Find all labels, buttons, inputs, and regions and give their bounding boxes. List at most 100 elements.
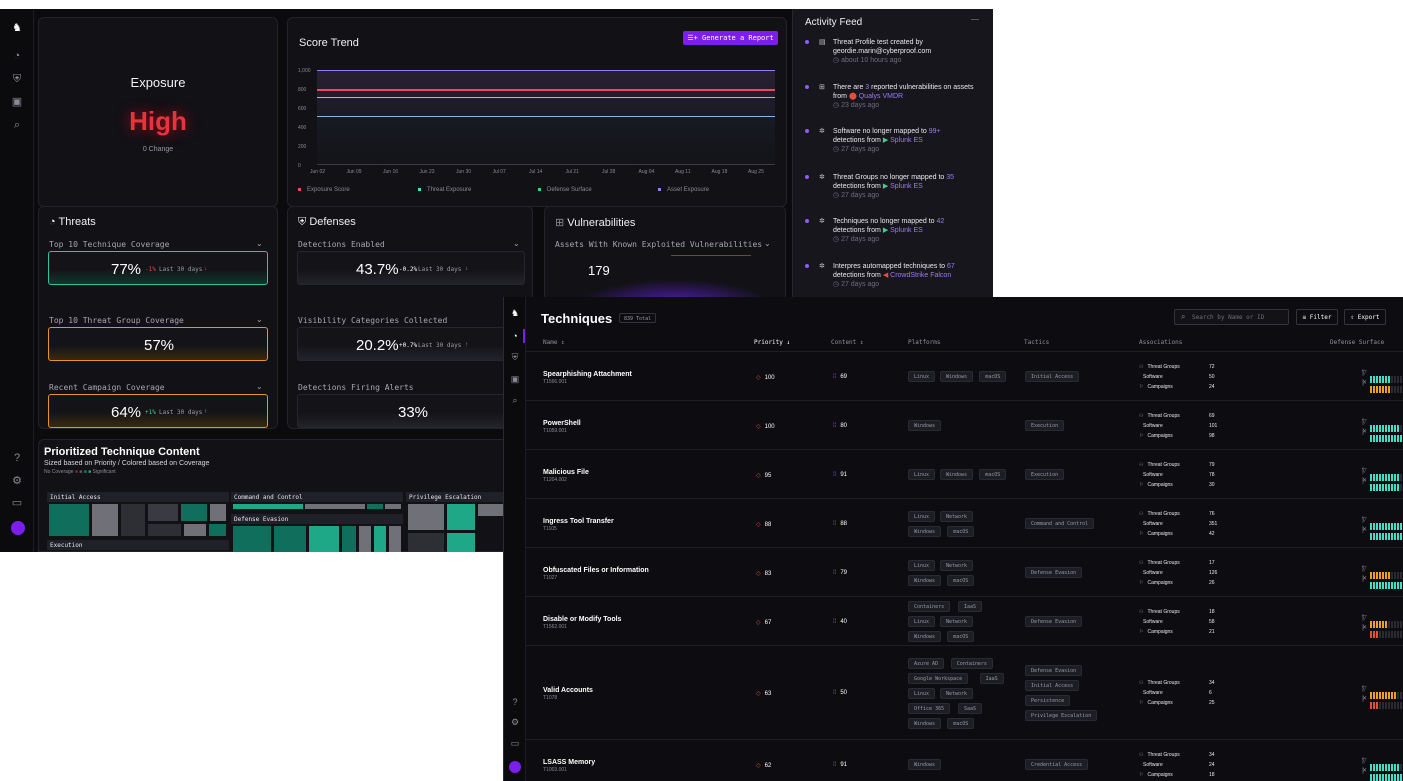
col-priority[interactable]: Priority ↓	[754, 339, 790, 346]
asset-nav-icon[interactable]: ▣	[10, 95, 24, 109]
search-nav-icon[interactable]: ⌕	[509, 395, 521, 407]
help-icon[interactable]: ?	[509, 697, 521, 709]
activity-feed-title: Activity Feed	[805, 17, 863, 28]
user-avatar[interactable]	[509, 761, 521, 773]
tm-defense-evasion[interactable]: Defense Evasion	[231, 514, 403, 524]
search-input[interactable]: ⌕ Search by Name or ID	[1174, 309, 1289, 325]
table-row[interactable]: Spearphishing Attachment T1566.001 ◇ 100 ⁞⁞ 6…	[526, 351, 1403, 400]
settings-icon[interactable]: ⚙	[10, 474, 24, 488]
association-item: Software 50	[1143, 373, 1215, 380]
platform-chip: Windows	[940, 371, 974, 382]
defenses-icon: ⛨	[298, 216, 310, 228]
technique-coverage-period: Last 30 days	[159, 266, 203, 273]
association-item: Software 6	[1143, 690, 1212, 696]
defense-nav-icon[interactable]: ⛨	[10, 72, 24, 86]
technique-name[interactable]: Malicious File	[543, 469, 589, 476]
tactic-chip: Privilege Escalation	[1025, 710, 1098, 721]
campaign-coverage-label: Recent Campaign Coverage	[49, 383, 165, 392]
table-row[interactable]: Malicious File T1204.002 ◇ 95 ⁞⁞ 91 Linux Windo…	[526, 449, 1403, 498]
firing-alerts-metric[interactable]: 33%	[297, 394, 525, 428]
filter-icon: ≡	[1302, 314, 1307, 321]
tm-privilege-escalation[interactable]: Privilege Escalation	[406, 492, 506, 502]
defense-bar-detect: ▽	[1362, 685, 1403, 699]
x-tick: Jul 21	[565, 169, 579, 175]
vuln-icon: ⊞	[819, 84, 825, 91]
chevron-down-icon[interactable]: ⌄	[513, 239, 520, 248]
chevron-down-icon[interactable]: ⌄	[764, 239, 771, 248]
col-content[interactable]: Content ↕	[831, 339, 864, 346]
y-tick: 800	[298, 87, 307, 93]
table-row[interactable]: Disable or Modify Tools T1562.001 ◇ 67 ⁞⁞ 40 C…	[526, 596, 1403, 645]
left-rail: ♞ ◔ ⛨ ▣ ⌕ ? ⚙ ▭	[0, 9, 34, 552]
table-row[interactable]: Valid Accounts T1078 ◇ 63 ⁞⁞ 50 Azure AD Contai…	[526, 645, 1403, 739]
chevron-down-icon[interactable]: ⌄	[256, 315, 263, 324]
generate-report-button[interactable]: ☰+ Generate a Report	[683, 31, 778, 45]
platform-chip: Network	[940, 616, 974, 627]
technique-coverage-value: 77%	[111, 261, 142, 278]
tm-command-control[interactable]: Command and Control	[231, 492, 403, 502]
technique-name[interactable]: Disable or Modify Tools	[543, 616, 621, 623]
filter-button[interactable]: ≡ Filter	[1296, 309, 1338, 325]
visibility-period: Last 30 days	[418, 342, 462, 349]
priority-icon: ◇	[756, 570, 761, 577]
exposure-level: High	[129, 106, 187, 136]
group-coverage-metric[interactable]: 57%	[48, 327, 268, 361]
exposure-change: 0 Change	[142, 146, 174, 153]
content-icon: ⁞⁞	[833, 761, 837, 768]
priority-icon: ◇	[756, 762, 761, 769]
software-icon: ✲	[819, 128, 825, 135]
platform-chip: Windows	[908, 420, 942, 431]
detections-enabled-metric[interactable]: 43.7% -0.2% Last 30 days ↓	[297, 251, 525, 285]
tactic-chip: Execution	[1025, 420, 1065, 431]
y-tick: 200	[298, 144, 307, 150]
detections-enabled-arrow: ↓	[465, 266, 468, 272]
technique-name[interactable]: Valid Accounts	[543, 687, 593, 694]
export-button[interactable]: ⇪ Export	[1344, 309, 1386, 325]
tactic-chip: Defense Evasion	[1025, 567, 1083, 578]
help-icon[interactable]: ?	[10, 452, 24, 466]
search-placeholder: Search by Name or ID	[1192, 314, 1265, 321]
chevron-down-icon[interactable]: ⌄	[256, 382, 263, 391]
legend-threat: Threat Exposure	[418, 187, 471, 193]
x-tick: Aug 25	[748, 169, 764, 175]
chat-icon[interactable]: ▭	[10, 496, 24, 510]
defense-nav-icon[interactable]: ⛨	[509, 352, 521, 364]
association-item: Software 101	[1143, 422, 1218, 429]
y-tick: 0	[298, 163, 301, 169]
content-cell: ⁞⁞ 88	[833, 520, 848, 527]
threat-nav-icon[interactable]: ◔	[10, 49, 24, 63]
user-avatar[interactable]	[11, 521, 25, 535]
chat-icon[interactable]: ▭	[509, 738, 521, 750]
col-name[interactable]: Name ↕	[543, 339, 565, 346]
table-row[interactable]: PowerShell T1059.001 ◇ 100 ⁞⁞ 80 Windows Execut…	[526, 400, 1403, 449]
association-icon: ⚇	[1139, 412, 1144, 419]
table-row[interactable]: LSASS Memory T1003.001 ◇ 62 ⁞⁞ 91 Windows Crede…	[526, 739, 1403, 781]
priority-cell: ◇ 83	[756, 570, 772, 577]
table-row[interactable]: Obfuscated Files or Information T1027 ◇ 83 ⁞…	[526, 547, 1403, 596]
technique-name[interactable]: Obfuscated Files or Information	[543, 567, 649, 574]
technique-coverage-metric[interactable]: 77% -1% Last 30 days ↓	[48, 251, 268, 285]
technique-name[interactable]: PowerShell	[543, 420, 581, 427]
visibility-metric[interactable]: 20.2% +0.7% Last 30 days ↑	[297, 327, 525, 361]
x-tick: Jun 16	[383, 169, 399, 175]
settings-icon[interactable]: ⚙	[509, 717, 521, 729]
campaign-coverage-metric[interactable]: 64% +1% Last 30 days ↑	[48, 394, 268, 428]
x-tick: Aug 11	[675, 169, 691, 175]
asset-nav-icon[interactable]: ▣	[509, 374, 521, 386]
technique-name[interactable]: Ingress Tool Transfer	[543, 518, 614, 525]
tm-execution[interactable]: Execution	[47, 540, 229, 550]
association-item: ⚇ Threat Groups 76	[1139, 510, 1215, 517]
tm-initial-access[interactable]: Initial Access	[47, 492, 229, 502]
y-tick: 400	[298, 125, 307, 131]
content-cell: ⁞⁞ 69	[833, 373, 848, 380]
generate-report-label: Generate a Report	[702, 34, 774, 42]
chevron-down-icon[interactable]: ⌄	[256, 239, 263, 248]
technique-name[interactable]: Spearphishing Attachment	[543, 371, 632, 378]
table-row[interactable]: Ingress Tool Transfer T1105 ◇ 88 ⁞⁞ 88 Linux Ne…	[526, 498, 1403, 547]
search-nav-icon[interactable]: ⌕	[10, 118, 24, 132]
platform-chip: SaaS	[958, 702, 983, 714]
feed-menu-icon[interactable]	[971, 19, 979, 20]
threat-nav-icon[interactable]: ◔	[509, 331, 521, 343]
exposure-card: Exposure High 0 Change	[38, 17, 278, 207]
technique-name[interactable]: LSASS Memory	[543, 759, 595, 766]
